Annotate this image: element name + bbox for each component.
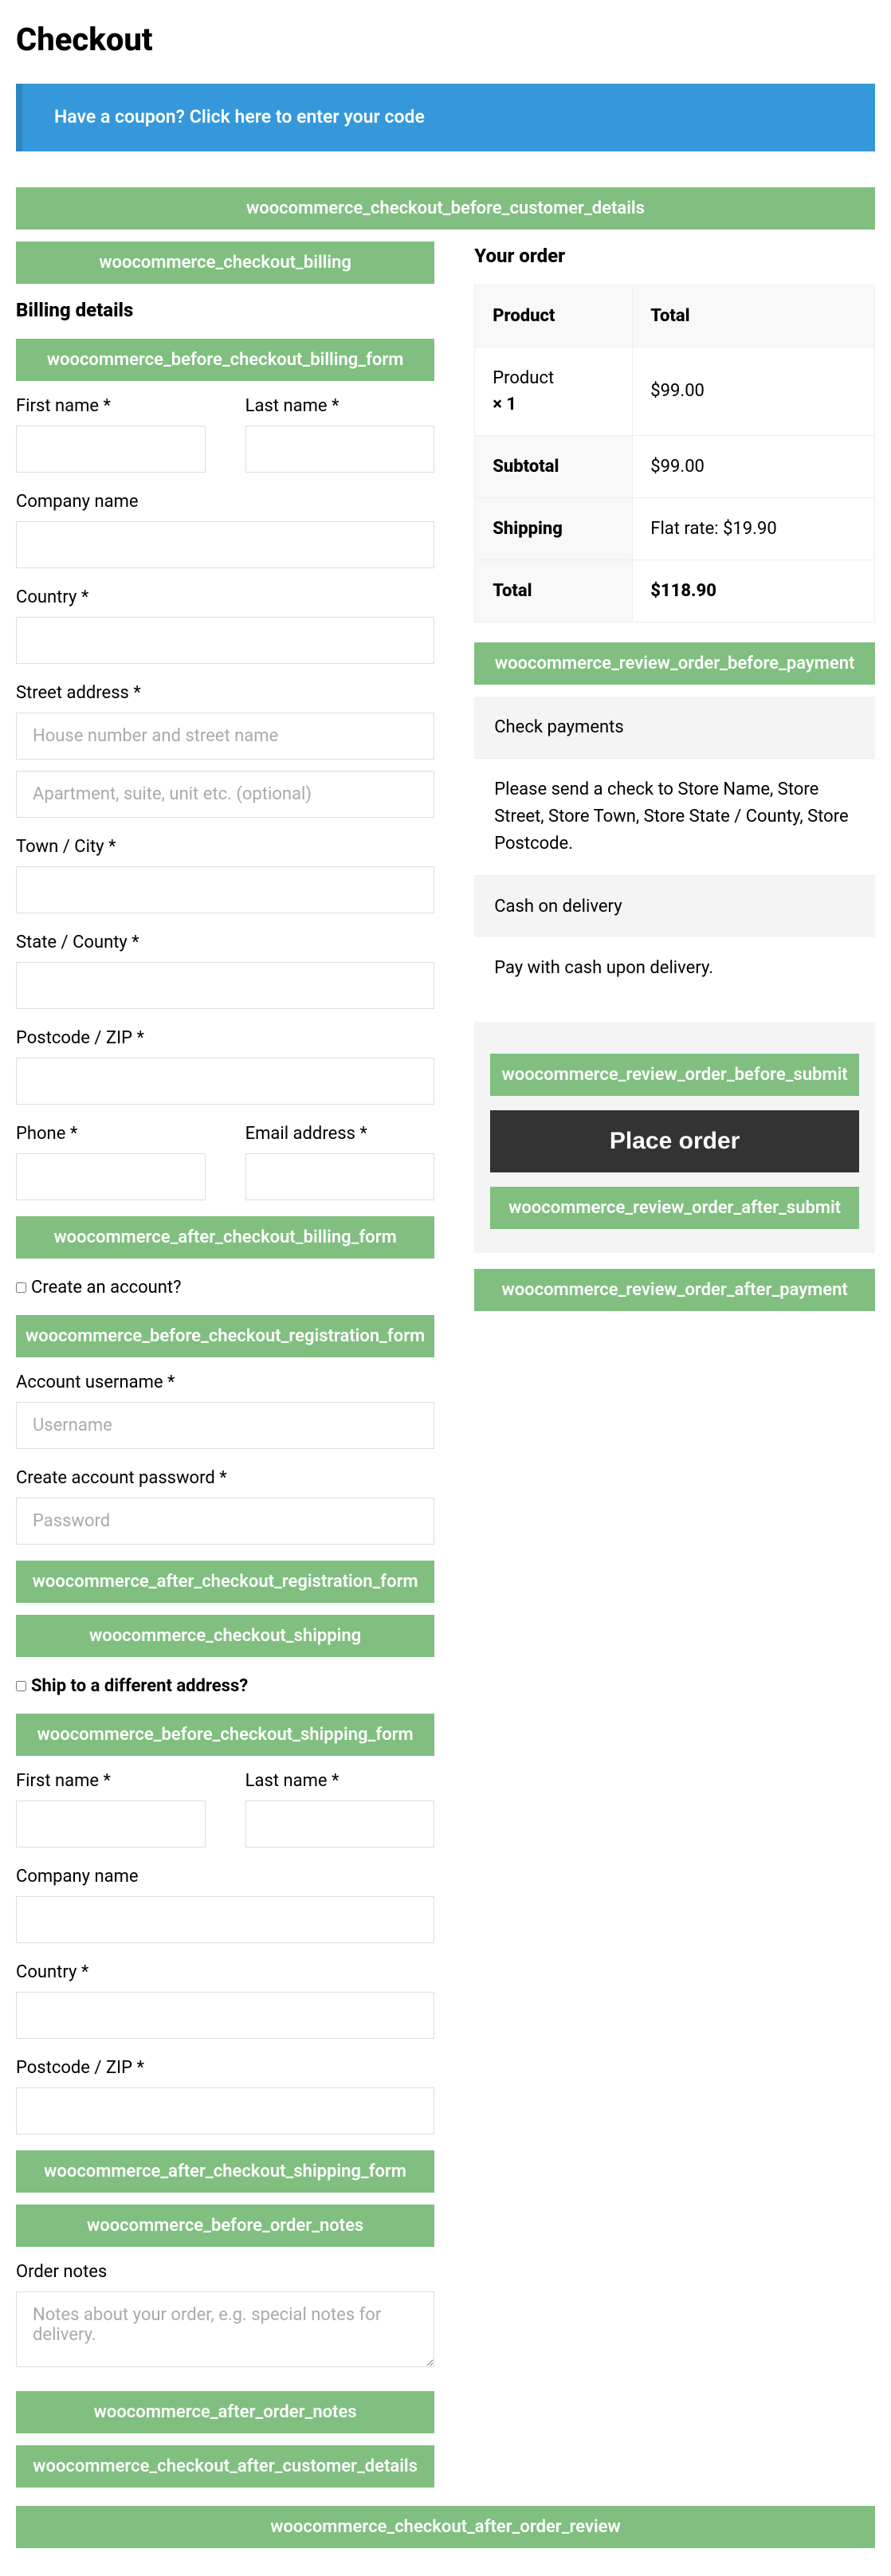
coupon-banner[interactable]: Have a coupon? Click here to enter your … bbox=[16, 84, 875, 151]
billing-state-input[interactable] bbox=[16, 962, 434, 1009]
hook-before-customer-details: woocommerce_checkout_before_customer_det… bbox=[16, 187, 875, 230]
billing-phone-input[interactable] bbox=[16, 1153, 206, 1200]
billing-street2-input[interactable] bbox=[16, 771, 434, 818]
shipping-last-name-label: Last name * bbox=[245, 1768, 435, 1794]
order-total-value: $118.90 bbox=[633, 560, 875, 622]
account-password-input[interactable] bbox=[16, 1498, 434, 1545]
order-shipping-value: Flat rate: $19.90 bbox=[633, 497, 875, 560]
ship-different-checkbox[interactable] bbox=[16, 1681, 26, 1691]
shipping-first-name-label: First name * bbox=[16, 1768, 206, 1794]
billing-last-name-input[interactable] bbox=[245, 426, 435, 473]
billing-state-label: State / County * bbox=[16, 929, 434, 956]
shipping-country-input[interactable] bbox=[16, 1992, 434, 2039]
billing-country-input[interactable] bbox=[16, 617, 434, 664]
payment-method-check[interactable]: Check payments Please send a check to St… bbox=[474, 697, 875, 999]
order-col-total: Total bbox=[633, 285, 875, 347]
order-heading: Your order bbox=[474, 242, 875, 270]
order-column: Your order Product Total Product × 1 $99… bbox=[474, 242, 875, 2500]
hook-before-billing-form: woocommerce_before_checkout_billing_form bbox=[16, 339, 434, 381]
order-total-label: Total bbox=[475, 560, 633, 622]
shipping-country-label: Country * bbox=[16, 1959, 434, 1985]
order-product-price: $99.00 bbox=[633, 347, 875, 435]
order-product-qty: × 1 bbox=[493, 395, 516, 414]
hook-after-shipping-form: woocommerce_after_checkout_shipping_form bbox=[16, 2150, 434, 2193]
billing-street-label: Street address * bbox=[16, 680, 434, 706]
hook-before-shipping-form: woocommerce_before_checkout_shipping_for… bbox=[16, 1714, 434, 1756]
account-password-label: Create account password * bbox=[16, 1465, 434, 1491]
page-title: Checkout bbox=[16, 16, 875, 64]
hook-review-after-payment: woocommerce_review_order_after_payment bbox=[474, 1269, 875, 1311]
billing-city-input[interactable] bbox=[16, 866, 434, 913]
billing-first-name-label: First name * bbox=[16, 393, 206, 419]
shipping-company-label: Company name bbox=[16, 1863, 434, 1890]
billing-company-label: Company name bbox=[16, 489, 434, 515]
shipping-first-name-input[interactable] bbox=[16, 1800, 206, 1848]
hook-before-registration-form: woocommerce_before_checkout_registration… bbox=[16, 1315, 434, 1357]
billing-company-input[interactable] bbox=[16, 521, 434, 568]
payment-cod-title: Cash on delivery bbox=[474, 876, 875, 937]
order-subtotal-value: $99.00 bbox=[633, 435, 875, 497]
create-account-label: Create an account? bbox=[31, 1278, 182, 1298]
hook-after-order-review: woocommerce_checkout_after_order_review bbox=[16, 2506, 875, 2548]
account-username-label: Account username * bbox=[16, 1369, 434, 1396]
shipping-last-name-input[interactable] bbox=[245, 1800, 435, 1848]
shipping-postcode-label: Postcode / ZIP * bbox=[16, 2055, 434, 2081]
hook-after-registration-form: woocommerce_after_checkout_registration_… bbox=[16, 1561, 434, 1603]
submit-area: woocommerce_review_order_before_submit P… bbox=[474, 1022, 875, 1253]
hook-checkout-shipping: woocommerce_checkout_shipping bbox=[16, 1615, 434, 1657]
hook-after-customer-details: woocommerce_checkout_after_customer_deta… bbox=[16, 2445, 434, 2488]
billing-phone-label: Phone * bbox=[16, 1121, 206, 1147]
shipping-company-input[interactable] bbox=[16, 1896, 434, 1943]
ship-different-row[interactable]: Ship to a different address? bbox=[16, 1673, 434, 1699]
hook-after-order-notes: woocommerce_after_order_notes bbox=[16, 2391, 434, 2433]
hook-checkout-billing: woocommerce_checkout_billing bbox=[16, 242, 434, 284]
hook-review-after-submit: woocommerce_review_order_after_submit bbox=[490, 1187, 859, 1229]
billing-city-label: Town / City * bbox=[16, 834, 434, 860]
shipping-postcode-input[interactable] bbox=[16, 2087, 434, 2134]
hook-review-before-submit: woocommerce_review_order_before_submit bbox=[490, 1054, 859, 1096]
billing-first-name-input[interactable] bbox=[16, 426, 206, 473]
order-review-table: Product Total Product × 1 $99.00 Subtota… bbox=[474, 285, 875, 622]
order-product-cell: Product × 1 bbox=[475, 347, 633, 435]
billing-email-label: Email address * bbox=[245, 1121, 435, 1147]
billing-street1-input[interactable] bbox=[16, 713, 434, 760]
account-username-input[interactable] bbox=[16, 1402, 434, 1449]
billing-postcode-label: Postcode / ZIP * bbox=[16, 1025, 434, 1051]
order-notes-input[interactable] bbox=[16, 2291, 434, 2367]
billing-heading: Billing details bbox=[16, 296, 434, 324]
payment-check-desc: Please send a check to Store Name, Store… bbox=[474, 758, 875, 876]
billing-email-input[interactable] bbox=[245, 1153, 435, 1200]
create-account-checkbox[interactable] bbox=[16, 1282, 26, 1293]
payment-cod-desc: Pay with cash upon delivery. bbox=[474, 937, 875, 999]
order-product-name: Product bbox=[493, 368, 554, 388]
billing-country-label: Country * bbox=[16, 584, 434, 611]
order-subtotal-label: Subtotal bbox=[475, 435, 633, 497]
hook-after-billing-form: woocommerce_after_checkout_billing_form bbox=[16, 1216, 434, 1259]
hook-before-order-notes: woocommerce_before_order_notes bbox=[16, 2205, 434, 2247]
billing-last-name-label: Last name * bbox=[245, 393, 435, 419]
billing-postcode-input[interactable] bbox=[16, 1058, 434, 1105]
hook-review-before-payment: woocommerce_review_order_before_payment bbox=[474, 642, 875, 685]
order-shipping-label: Shipping bbox=[475, 497, 633, 560]
billing-column: woocommerce_checkout_billing Billing det… bbox=[16, 242, 434, 2500]
create-account-row[interactable]: Create an account? bbox=[16, 1274, 434, 1301]
order-notes-label: Order notes bbox=[16, 2259, 434, 2285]
ship-different-label: Ship to a different address? bbox=[31, 1676, 248, 1696]
order-col-product: Product bbox=[475, 285, 633, 347]
payment-check-title: Check payments bbox=[474, 697, 875, 758]
place-order-button[interactable]: Place order bbox=[490, 1110, 859, 1172]
